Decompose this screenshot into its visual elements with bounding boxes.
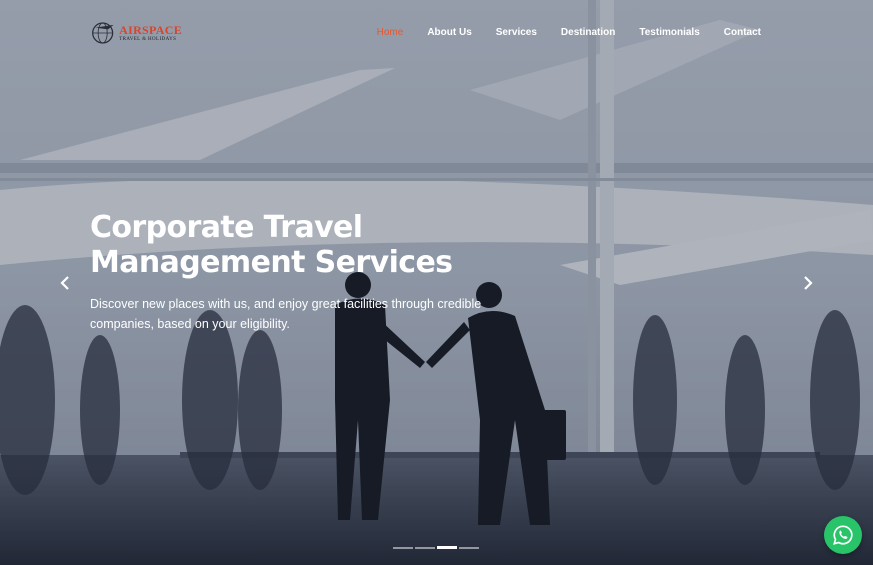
navbar: AIRSPACE TRAVEL & HOLIDAYS Home About Us… <box>0 0 873 66</box>
whatsapp-icon <box>833 525 853 545</box>
nav-item-testimonials[interactable]: Testimonials <box>639 27 699 38</box>
brand-name: AIRSPACE <box>119 23 182 37</box>
nav-item-destination[interactable]: Destination <box>561 27 615 38</box>
nav-item-services[interactable]: Services <box>496 27 537 38</box>
nav-item-about-us[interactable]: About Us <box>427 27 471 38</box>
nav-item-contact[interactable]: Contact <box>724 27 761 38</box>
carousel-indicator-1[interactable] <box>393 547 413 549</box>
hero-headline-line-1: Corporate Travel <box>90 210 363 245</box>
hero-carousel: AIRSPACE TRAVEL & HOLIDAYS Home About Us… <box>0 0 873 565</box>
carousel-indicators <box>393 546 479 549</box>
nav-item-home[interactable]: Home <box>377 27 404 38</box>
globe-plane-icon <box>92 22 114 44</box>
chevron-right-icon <box>804 276 813 290</box>
carousel-indicator-4[interactable] <box>459 547 479 549</box>
nav-menu: Home About Us Services Destination Testi… <box>377 27 761 38</box>
brand-tagline: TRAVEL & HOLIDAYS <box>119 37 177 42</box>
chevron-left-icon <box>60 276 69 290</box>
hero-headline-line-2: Management Services <box>90 245 453 280</box>
hero-caption: Corporate Travel Management Services Dis… <box>90 210 510 334</box>
carousel-next-button[interactable] <box>797 272 819 294</box>
hero-headline: Corporate Travel Management Services <box>90 210 510 280</box>
carousel-indicator-3[interactable] <box>437 546 457 549</box>
whatsapp-chat-button[interactable] <box>824 516 862 554</box>
brand-logo[interactable]: AIRSPACE TRAVEL & HOLIDAYS <box>90 18 182 48</box>
hero-subtitle: Discover new places with us, and enjoy g… <box>90 297 482 331</box>
carousel-prev-button[interactable] <box>54 272 76 294</box>
carousel-indicator-2[interactable] <box>415 547 435 549</box>
